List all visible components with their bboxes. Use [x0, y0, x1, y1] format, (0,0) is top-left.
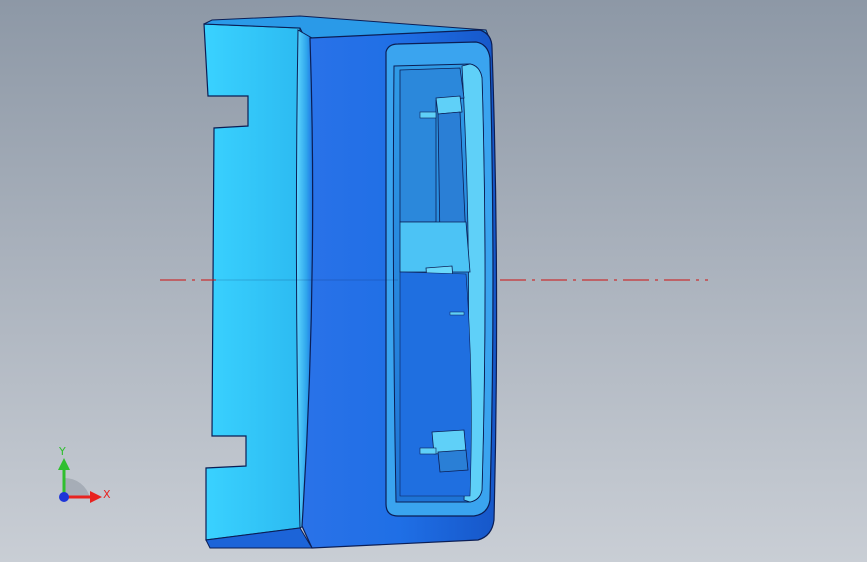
model-scene[interactable]: Y X: [0, 0, 867, 562]
part-side-face[interactable]: [203, 23, 311, 541]
triad-z-axis: [59, 492, 69, 502]
triad-y-label: Y: [58, 445, 66, 458]
view-triad[interactable]: Y X: [58, 445, 111, 503]
triad-y-arrow: [58, 458, 70, 470]
graphics-viewport[interactable]: Y X: [0, 0, 867, 562]
internal-pin-middle: [449, 311, 465, 316]
internal-boss-upper: [435, 95, 463, 115]
internal-tab-upper: [419, 111, 437, 119]
triad-x-label: X: [103, 488, 111, 501]
internal-tab-lower: [419, 447, 437, 455]
internal-block-middle: [399, 221, 471, 273]
internal-post-lower: [437, 449, 469, 473]
triad-x-arrow: [90, 491, 102, 503]
